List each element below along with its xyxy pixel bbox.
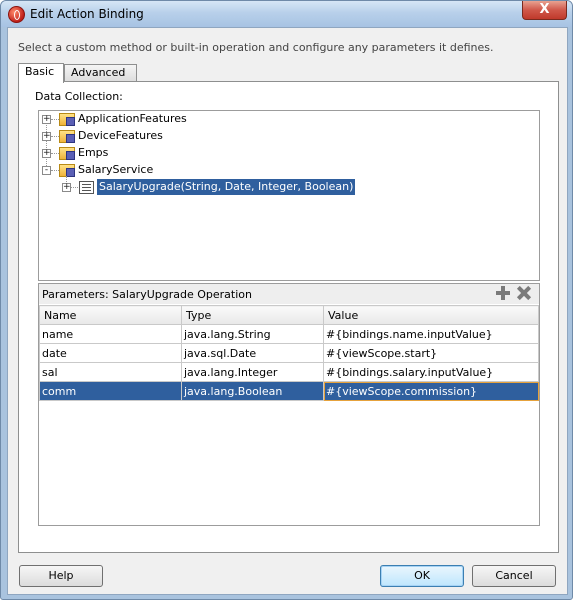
expand-icon[interactable]: + bbox=[42, 132, 51, 141]
param-name-cell[interactable]: name bbox=[39, 324, 182, 344]
expand-icon[interactable]: + bbox=[62, 183, 71, 192]
tree-node-salaryupgrade[interactable]: + SalaryUpgrade(String, Date, Integer, B… bbox=[62, 179, 522, 195]
method-icon bbox=[79, 181, 94, 194]
param-name-cell[interactable]: comm bbox=[39, 381, 182, 401]
tree-node-label: SalaryService bbox=[78, 163, 154, 176]
tree-node-label: DeviceFeatures bbox=[78, 129, 163, 142]
help-button[interactable]: Help bbox=[19, 565, 103, 587]
tree-node-applicationfeatures[interactable]: + ApplicationFeatures bbox=[42, 111, 522, 127]
folder-icon bbox=[59, 164, 75, 177]
parameters-table: Name Type Value name java.lang.String #{… bbox=[39, 305, 539, 401]
tab-basic[interactable]: Basic bbox=[18, 63, 64, 83]
data-collection-label: Data Collection: bbox=[35, 90, 123, 103]
basic-tab-panel: Data Collection: + ApplicationFeatures +… bbox=[18, 81, 559, 553]
tree-node-salaryservice[interactable]: - SalaryService bbox=[42, 162, 522, 178]
tree-node-label: SalaryUpgrade(String, Date, Integer, Boo… bbox=[97, 179, 356, 195]
data-collection-tree[interactable]: + ApplicationFeatures + DeviceFeatures +… bbox=[38, 110, 540, 281]
dialog-description: Select a custom method or built-in opera… bbox=[18, 41, 494, 54]
table-row[interactable]: sal java.lang.Integer #{bindings.salary.… bbox=[39, 362, 539, 382]
dialog-window: Edit Action Binding X Select a custom me… bbox=[0, 0, 573, 600]
plus-icon[interactable] bbox=[496, 286, 510, 300]
column-header-value[interactable]: Value bbox=[323, 305, 539, 325]
expand-icon[interactable]: + bbox=[42, 115, 51, 124]
table-row-selected[interactable]: comm java.lang.Boolean #{viewScope.commi… bbox=[39, 381, 539, 401]
close-button[interactable]: X bbox=[522, 1, 567, 20]
column-header-type[interactable]: Type bbox=[181, 305, 324, 325]
folder-icon bbox=[59, 130, 75, 143]
window-title: Edit Action Binding bbox=[30, 7, 144, 21]
tab-advanced[interactable]: Advanced bbox=[64, 64, 137, 82]
collapse-icon[interactable]: - bbox=[42, 166, 51, 175]
tree-node-emps[interactable]: + Emps bbox=[42, 145, 522, 161]
table-row[interactable]: name java.lang.String #{bindings.name.in… bbox=[39, 324, 539, 344]
tree-node-label: Emps bbox=[78, 146, 109, 159]
param-type-cell[interactable]: java.lang.Integer bbox=[181, 362, 324, 382]
param-type-cell[interactable]: java.lang.Boolean bbox=[181, 381, 324, 401]
param-type-cell[interactable]: java.sql.Date bbox=[181, 343, 324, 363]
cancel-button[interactable]: Cancel bbox=[472, 565, 556, 587]
param-value-cell[interactable]: #{viewScope.start} bbox=[323, 343, 539, 363]
param-name-cell[interactable]: date bbox=[39, 343, 182, 363]
param-name-cell[interactable]: sal bbox=[39, 362, 182, 382]
parameters-label: Parameters: SalaryUpgrade Operation bbox=[42, 288, 252, 301]
column-header-name[interactable]: Name bbox=[39, 305, 182, 325]
folder-icon bbox=[59, 113, 75, 126]
parameters-header: Parameters: SalaryUpgrade Operation bbox=[39, 284, 539, 304]
param-type-cell[interactable]: java.lang.String bbox=[181, 324, 324, 344]
delete-icon[interactable] bbox=[517, 286, 531, 300]
expand-icon[interactable]: + bbox=[42, 149, 51, 158]
oracle-icon bbox=[8, 6, 25, 23]
dialog-body: Select a custom method or built-in opera… bbox=[7, 27, 568, 595]
title-bar[interactable]: Edit Action Binding X bbox=[1, 1, 572, 27]
param-value-cell[interactable]: #{viewScope.commission} bbox=[323, 381, 539, 401]
param-value-cell[interactable]: #{bindings.name.inputValue} bbox=[323, 324, 539, 344]
param-value-cell[interactable]: #{bindings.salary.inputValue} bbox=[323, 362, 539, 382]
table-header-row: Name Type Value bbox=[39, 305, 539, 325]
parameters-panel: Parameters: SalaryUpgrade Operation Name… bbox=[38, 283, 540, 526]
tree-node-label: ApplicationFeatures bbox=[78, 112, 187, 125]
folder-icon bbox=[59, 147, 75, 160]
tree-node-devicefeatures[interactable]: + DeviceFeatures bbox=[42, 128, 522, 144]
table-row[interactable]: date java.sql.Date #{viewScope.start} bbox=[39, 343, 539, 363]
ok-button[interactable]: OK bbox=[380, 565, 464, 587]
